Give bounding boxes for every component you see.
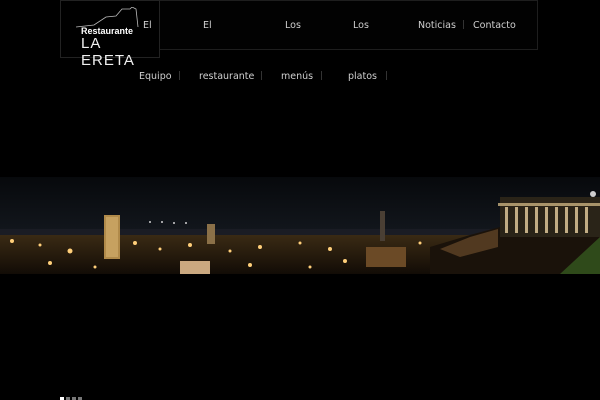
logo-big-text: LA ERETA <box>81 35 135 69</box>
nav-separator: | <box>260 71 264 81</box>
nav-item-contacto[interactable]: Contacto <box>473 20 516 31</box>
nav-separator: | <box>462 20 466 30</box>
nav-item-los-menus[interactable]: Los <box>285 20 301 31</box>
nav-separator: | <box>385 71 389 81</box>
nav-item-menus-line2[interactable]: menús <box>281 71 313 82</box>
nav-separator: | <box>320 71 324 81</box>
nav-item-el-restaurante[interactable]: El <box>203 20 212 31</box>
nav-item-restaurante-line2[interactable]: restaurante <box>199 71 254 82</box>
nav-item-el-equipo[interactable]: El <box>143 20 152 31</box>
city-night-panorama-image <box>0 177 600 274</box>
nav-item-equipo-line2[interactable]: Equipo <box>139 71 172 82</box>
nav-separator: | <box>178 71 182 81</box>
hero-night-panorama <box>0 177 600 274</box>
nav-item-platos-line2[interactable]: platos <box>348 71 377 82</box>
nav-item-noticias[interactable]: Noticias <box>418 20 456 31</box>
nav-item-los-platos[interactable]: Los <box>353 20 369 31</box>
